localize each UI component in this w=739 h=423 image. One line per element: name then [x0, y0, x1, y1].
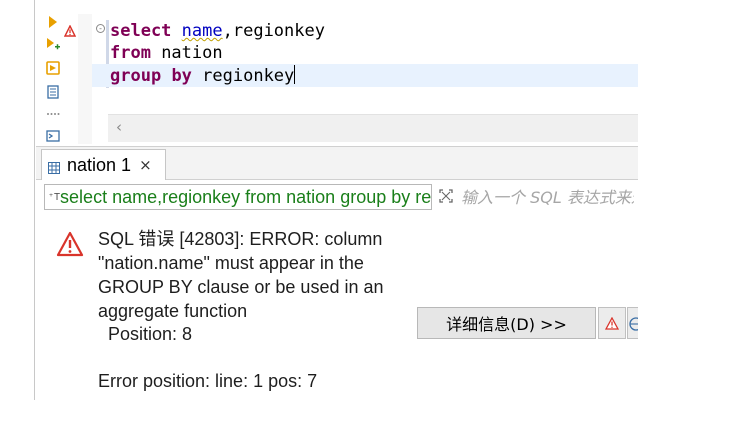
editor-ruler — [78, 14, 92, 144]
query-type-icon: ⁺T — [48, 191, 61, 203]
tab-nation-1[interactable]: nation 1 × — [41, 149, 166, 180]
error-message-line: "nation.name" must appear in the — [98, 253, 364, 273]
text-caret — [294, 65, 296, 84]
grid-table-icon — [48, 159, 60, 174]
code-token: ,regionkey — [222, 21, 325, 41]
flagged-column-name: name — [181, 21, 223, 41]
code-line[interactable]: select name,regionkey — [110, 20, 325, 42]
more-icon[interactable] — [45, 106, 61, 122]
expand-filter-icon[interactable] — [436, 184, 456, 208]
info-button[interactable] — [627, 307, 638, 339]
results-tab-bar: nation 1 × — [36, 146, 638, 180]
export-icon[interactable] — [45, 60, 61, 76]
tab-label: nation 1 — [67, 154, 132, 175]
explain-plan-icon[interactable] — [45, 84, 61, 100]
error-message-line: aggregate function — [98, 301, 248, 321]
code-token: regionkey — [191, 66, 295, 86]
code-token: nation — [150, 43, 223, 63]
filter-bar: ⁺T select name,regionkey from nation gro… — [36, 181, 638, 213]
console-icon[interactable] — [45, 128, 61, 144]
horizontal-scrollbar[interactable]: ‹ — [108, 114, 638, 142]
sql-keyword: group — [110, 66, 162, 86]
code-line[interactable]: from nation — [110, 42, 223, 64]
filter-expression-input[interactable] — [457, 184, 638, 210]
error-panel: SQL 错误 [42803]: ERROR: column "nation.na… — [36, 214, 638, 400]
sql-editor[interactable]: - select name,regionkey from nation grou… — [0, 0, 638, 400]
error-message-line: SQL 错误 [42803]: ERROR: column — [98, 229, 383, 249]
execute-script-icon[interactable] — [45, 36, 61, 52]
sql-keyword: from — [110, 43, 151, 63]
tab-close-icon[interactable]: × — [139, 156, 152, 174]
sql-keyword: by — [171, 66, 192, 86]
error-position-summary: Error position: line: 1 pos: 7 — [98, 371, 318, 391]
error-triangle-icon — [56, 231, 84, 257]
scroll-left-arrow-icon[interactable]: ‹ — [116, 118, 122, 136]
fold-toggle-icon[interactable]: - — [96, 24, 105, 33]
error-log-button[interactable] — [598, 307, 626, 339]
error-position-line: Position: 8 — [98, 324, 193, 344]
editor-left-border — [34, 0, 35, 400]
warning-triangle-icon — [63, 22, 77, 37]
details-button[interactable]: 详细信息(D) >> — [417, 307, 596, 339]
query-text: select name,regionkey from nation group … — [60, 186, 432, 207]
error-message-line: GROUP BY clause or be used in an — [98, 277, 384, 297]
code-line[interactable]: group by regionkey — [110, 65, 296, 87]
query-text-field[interactable]: ⁺T select name,regionkey from nation gro… — [44, 184, 432, 210]
sql-keyword: select — [110, 21, 172, 41]
execute-statement-icon[interactable] — [45, 14, 61, 30]
